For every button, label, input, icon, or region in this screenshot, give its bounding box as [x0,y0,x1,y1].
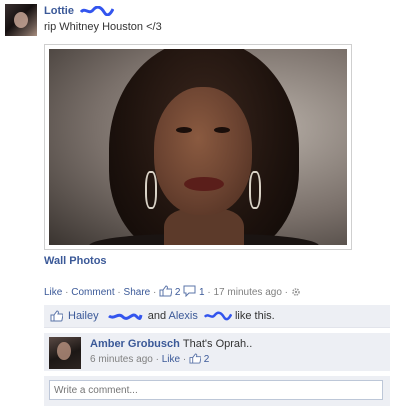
comment-timestamp[interactable]: 6 minutes ago [90,354,153,365]
liker-one-name[interactable]: Hailey [68,310,99,322]
album-link[interactable]: Wall Photos [44,255,107,267]
likes-text: Hailey and Alexis like this. [68,310,275,322]
comment-count[interactable]: 1 [199,287,205,298]
photo-image[interactable] [49,49,347,245]
likes-summary: Hailey and Alexis like this. [44,305,390,328]
comment-meta: 6 minutes ago · Like · 2 [90,353,209,365]
commenter-name[interactable]: Amber Grobusch [90,338,180,350]
share-link[interactable]: Share [124,287,151,298]
comment-text: That's Oprah.. [182,338,253,350]
thumbs-up-icon [50,310,63,322]
comment-input[interactable] [49,380,383,400]
post-timestamp[interactable]: 17 minutes ago [214,287,282,298]
comment-like-link[interactable]: Like [162,354,180,365]
thumbs-up-icon[interactable] [189,353,201,364]
liker-two-name[interactable]: Alexis [169,310,198,322]
like-link[interactable]: Like [44,287,62,298]
comment-composer [44,376,390,406]
author-avatar[interactable] [5,4,37,36]
post-status-text: rip Whitney Houston </3 [44,21,162,33]
post-author-name[interactable]: Lottie [44,5,74,17]
likes-connector: and [147,310,167,322]
gear-icon[interactable] [291,287,301,297]
thumbs-up-icon[interactable] [159,285,173,297]
photo-left-eye [176,127,192,133]
separator: · [117,287,121,298]
post-photo[interactable] [44,44,352,250]
separator: · [284,287,289,298]
post-author[interactable]: Lottie [44,5,115,18]
scribble-redaction-icon [203,311,232,321]
comment-link[interactable]: Comment [71,287,114,298]
photo-face [154,87,252,215]
photo-lips [184,177,224,191]
comment-like-count[interactable]: 2 [204,354,210,365]
separator: · [182,354,187,365]
likes-suffix: like this. [234,310,275,322]
scribble-redaction-icon [107,313,143,321]
comment-line: Amber Grobusch That's Oprah.. [90,338,252,350]
like-count[interactable]: 2 [175,287,181,298]
commenter-avatar[interactable] [49,337,81,369]
separator: · [153,287,157,298]
photo-right-eye [214,127,230,133]
photo-right-earring [249,171,261,209]
post-action-bar: Like · Comment · Share · 2 1 · 17 minute… [44,285,301,299]
comment-bubble-icon[interactable] [183,285,196,297]
comment-item: Amber Grobusch That's Oprah.. 6 minutes … [44,333,390,371]
scribble-redaction-icon [80,6,115,17]
separator: · [155,354,159,365]
separator: · [65,287,69,298]
separator: · [207,287,211,298]
photo-left-earring [145,171,157,209]
